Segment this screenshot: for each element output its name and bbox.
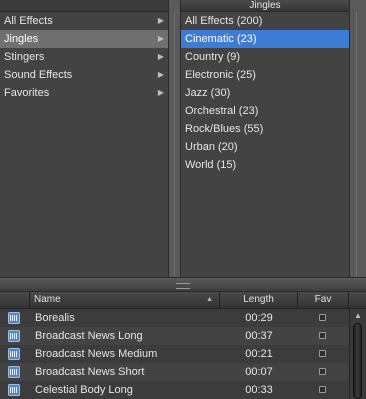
row-length: 00:33 [245,384,273,396]
chevron-right-icon: ▶ [157,34,164,43]
category-column-header [0,0,168,12]
favorite-checkbox[interactable] [319,314,326,321]
subcategory-item[interactable]: Jazz (30) [181,84,349,102]
subcategory-item[interactable]: Rock/Blues (55) [181,120,349,138]
icon-column-header[interactable] [0,292,30,308]
name-column-header[interactable]: Name ▲ [30,292,220,308]
length-column-header[interactable]: Length [220,292,298,308]
category-item-sound-effects[interactable]: Sound Effects ▶ [0,66,168,84]
category-label: Stingers [4,51,45,63]
favorite-checkbox[interactable] [319,332,326,339]
subcategory-item[interactable]: Electronic (25) [181,66,349,84]
category-item-jingles[interactable]: Jingles ▶ [0,30,168,48]
subcategory-item[interactable]: Country (9) [181,48,349,66]
results-table: Borealis 00:29 Broadcast News Long 00:37… [0,309,349,399]
row-name: Broadcast News Medium [35,348,158,360]
row-length: 00:37 [245,330,273,342]
sort-ascending-icon: ▲ [206,296,213,303]
category-label: Jingles [4,33,39,45]
subcategory-column-header: Jingles [181,0,349,12]
category-label: Sound Effects [4,69,73,81]
subcategory-item-selected[interactable]: Cinematic (23) [181,30,349,48]
audio-waveform-icon [8,366,20,378]
pane-splitter[interactable] [0,277,366,292]
row-length: 00:29 [245,312,273,324]
subcategory-item[interactable]: World (15) [181,156,349,174]
chevron-right-icon: ▶ [157,52,164,61]
category-label: All Effects [4,15,53,27]
column-resize-handle[interactable] [168,0,181,277]
subcategory-item[interactable]: All Effects (200) [181,12,349,30]
scroll-up-arrow-icon[interactable]: ▲ [354,311,362,320]
vertical-scrollbar[interactable]: ▲ [349,309,366,399]
favorite-checkbox[interactable] [319,368,326,375]
chevron-right-icon: ▶ [157,70,164,79]
media-browser: All Effects ▶ Jingles ▶ Stingers ▶ Sound… [0,0,366,399]
fav-column-header[interactable]: Fav [298,292,349,308]
audio-waveform-icon [8,312,20,324]
category-item-favorites[interactable]: Favorites ▶ [0,84,168,102]
audio-waveform-icon [8,384,20,396]
subcategory-item[interactable]: Orchestral (23) [181,102,349,120]
row-length: 00:07 [245,366,273,378]
row-name: Broadcast News Short [35,366,145,378]
category-label: Favorites [4,87,50,99]
row-name: Celestial Body Long [35,384,133,396]
scrollbar-thumb[interactable] [353,323,362,399]
favorite-checkbox[interactable] [319,386,326,393]
table-row[interactable]: Broadcast News Short 00:07 [0,363,349,381]
category-column: All Effects ▶ Jingles ▶ Stingers ▶ Sound… [0,0,168,277]
category-item-stingers[interactable]: Stingers ▶ [0,48,168,66]
audio-waveform-icon [8,330,20,342]
row-name: Borealis [35,312,75,324]
table-row[interactable]: Broadcast News Medium 00:21 [0,345,349,363]
chevron-right-icon: ▶ [157,16,164,25]
audio-waveform-icon [8,348,20,360]
category-item-all-effects[interactable]: All Effects ▶ [0,12,168,30]
name-column-label: Name [34,294,61,305]
splitter-grip-icon [176,283,190,289]
table-row[interactable]: Borealis 00:29 [0,309,349,327]
subcategory-item[interactable]: Urban (20) [181,138,349,156]
row-length: 00:21 [245,348,273,360]
column-resize-handle-right[interactable] [349,0,366,277]
results-table-header: Name ▲ Length Fav [0,292,366,309]
chevron-right-icon: ▶ [157,88,164,97]
table-row[interactable]: Celestial Body Long 00:33 [0,381,349,399]
row-name: Broadcast News Long [35,330,143,342]
table-row[interactable]: Broadcast News Long 00:37 [0,327,349,345]
favorite-checkbox[interactable] [319,350,326,357]
subcategory-column: All Effects (200) Cinematic (23) Country… [181,12,349,277]
